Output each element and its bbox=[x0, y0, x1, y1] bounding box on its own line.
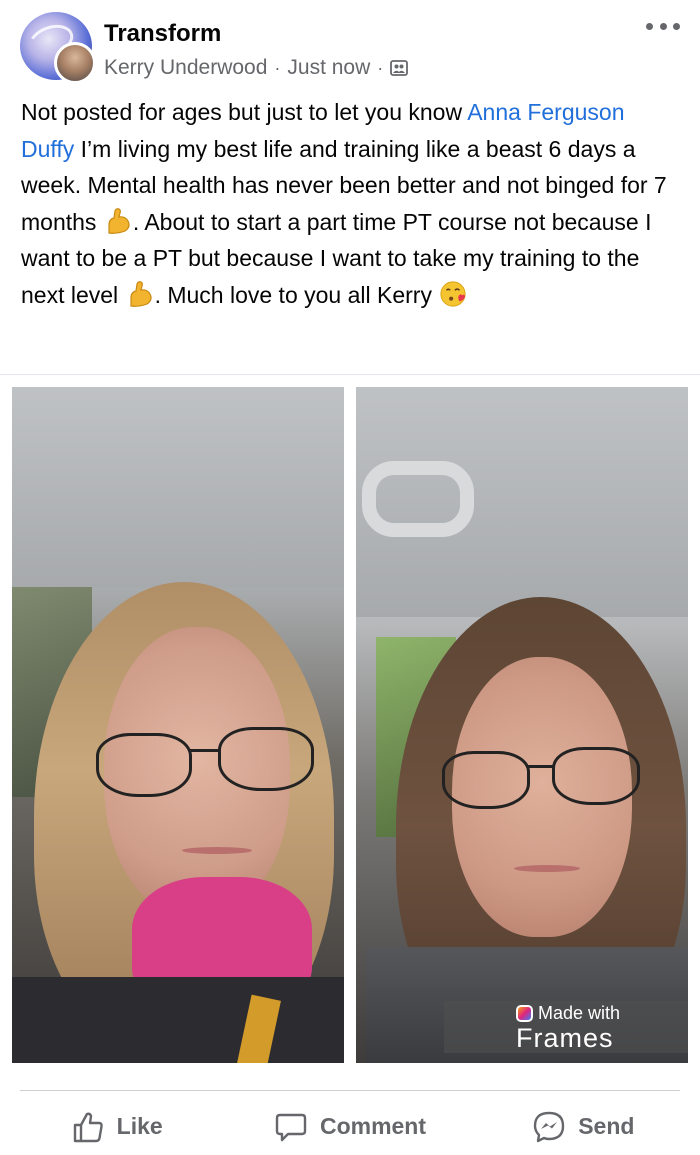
grab-handle bbox=[362, 461, 474, 537]
after-photo[interactable]: Made with Frames bbox=[356, 387, 688, 1063]
like-button[interactable]: Like bbox=[0, 1098, 233, 1155]
car-ceiling bbox=[12, 387, 344, 587]
more-options-button[interactable] bbox=[646, 14, 680, 38]
comment-label: Comment bbox=[319, 1113, 427, 1139]
post-meta: Kerry Underwood · Just now · bbox=[104, 56, 409, 80]
post-text-part: . Much love to you all Kerry bbox=[154, 281, 439, 308]
author-avatar[interactable] bbox=[54, 42, 96, 84]
photo-collage[interactable]: Made with Frames bbox=[0, 374, 700, 1074]
before-photo[interactable] bbox=[12, 387, 344, 1063]
author-name[interactable]: Kerry Underwood bbox=[104, 56, 267, 80]
group-name[interactable]: Transform bbox=[104, 20, 221, 48]
frames-logo-icon bbox=[516, 1005, 533, 1022]
glasses bbox=[442, 747, 642, 817]
flexed-biceps-icon bbox=[108, 207, 130, 234]
more-dot bbox=[659, 22, 667, 30]
more-dot bbox=[646, 22, 653, 30]
actions-divider bbox=[20, 1090, 680, 1091]
dark-jacket bbox=[12, 977, 344, 1063]
post-header: Transform Kerry Underwood · Just now · bbox=[0, 0, 700, 90]
comment-icon bbox=[275, 1113, 307, 1141]
like-label: Like bbox=[116, 1113, 163, 1139]
mouth bbox=[514, 865, 580, 872]
post-text-part: Not posted for ages but just to let you … bbox=[21, 99, 468, 125]
send-button[interactable]: Send bbox=[467, 1098, 700, 1155]
post-text: Not posted for ages but just to let you … bbox=[21, 94, 681, 313]
comment-button[interactable]: Comment bbox=[233, 1098, 466, 1155]
watermark-brand: Frames bbox=[516, 1023, 614, 1053]
glasses bbox=[96, 727, 316, 807]
mouth bbox=[182, 847, 252, 854]
frames-watermark: Made with Frames bbox=[444, 1001, 688, 1053]
post-actions: Like Comment Send bbox=[0, 1098, 700, 1155]
group-members-icon bbox=[390, 60, 409, 76]
meta-separator: · bbox=[274, 57, 281, 78]
watermark-made-with: Made with bbox=[538, 1003, 621, 1023]
flexed-biceps-icon bbox=[129, 280, 152, 307]
messenger-icon bbox=[534, 1111, 565, 1142]
meta-separator: · bbox=[377, 57, 384, 78]
face-blowing-kiss-icon bbox=[440, 280, 466, 307]
more-dot bbox=[673, 22, 680, 30]
thumbs-up-icon bbox=[73, 1112, 103, 1142]
send-label: Send bbox=[578, 1113, 635, 1139]
post-time[interactable]: Just now bbox=[287, 56, 370, 80]
